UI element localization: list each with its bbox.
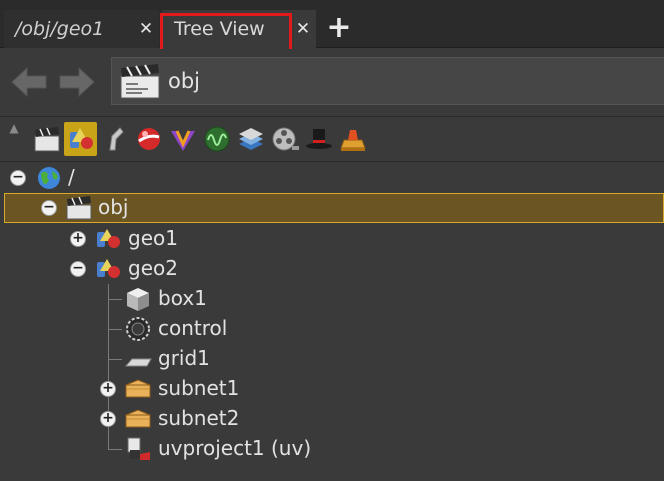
dynamics-icon[interactable]	[98, 122, 131, 156]
globe-icon	[35, 165, 63, 191]
box-icon	[124, 286, 152, 312]
collapse-icon[interactable]: −	[10, 170, 26, 186]
tree-row-subnet2[interactable]: + subnet2	[0, 404, 664, 434]
tab-label: /obj/geo1	[15, 18, 105, 40]
close-icon[interactable]: ✕	[133, 19, 159, 39]
scroll-up-icon[interactable]: ▲	[4, 121, 24, 141]
tree-node-label: control	[158, 316, 228, 340]
geometry-icon	[94, 226, 122, 252]
path-field[interactable]: obj	[111, 57, 664, 105]
close-icon[interactable]: ✕	[290, 19, 316, 39]
vop-icon[interactable]	[166, 122, 199, 156]
tree-node-label: grid1	[158, 346, 210, 370]
grid-plane-icon	[124, 346, 152, 372]
expand-icon[interactable]: +	[100, 381, 116, 397]
expand-icon[interactable]: +	[70, 231, 86, 247]
tree-node-label: subnet2	[158, 406, 240, 430]
tree-node-label: box1	[158, 286, 207, 310]
tree-node-label: obj	[98, 195, 129, 219]
geometry-icon[interactable]	[64, 122, 97, 156]
network-type-toolbar: ▲	[0, 116, 664, 162]
tree-row-grid1[interactable]: grid1	[0, 344, 664, 374]
shader-sphere-icon[interactable]	[132, 122, 165, 156]
gear-icon	[124, 316, 152, 342]
tree-row-root[interactable]: − /	[0, 163, 664, 193]
tree-node-label: /	[68, 165, 75, 189]
tab-bar: /obj/geo1 ✕ Tree View ✕ +	[0, 0, 664, 57]
clapperboard-icon	[118, 62, 162, 100]
collapse-icon[interactable]: −	[70, 261, 86, 277]
tab-obj-geo1[interactable]: /obj/geo1 ✕	[4, 10, 159, 48]
composite-stack-icon[interactable]	[234, 122, 267, 156]
clapperboard-icon[interactable]	[30, 122, 63, 156]
navigation-bar: obj	[0, 49, 664, 115]
tree-row-geo2[interactable]: − geo2	[0, 254, 664, 284]
tree-node-label: geo2	[128, 256, 178, 280]
subnet-box-icon	[124, 376, 152, 402]
subnet-box-icon	[124, 406, 152, 432]
tree-row-box1[interactable]: box1	[0, 284, 664, 314]
tree-node-label: subnet1	[158, 376, 240, 400]
clapperboard-icon	[65, 195, 93, 221]
path-text: obj	[168, 69, 201, 93]
expand-icon[interactable]: +	[100, 411, 116, 427]
tree-node-label: geo1	[128, 226, 178, 250]
tree-view: − / − obj + geo1 − geo2 box1 control gri…	[0, 163, 664, 481]
channel-wave-icon[interactable]	[200, 122, 233, 156]
tree-row-obj[interactable]: − obj	[4, 193, 664, 223]
arrow-right-icon[interactable]	[58, 65, 96, 99]
top-hat-icon[interactable]	[302, 122, 335, 156]
tree-node-label: uvproject1 (uv)	[158, 436, 312, 460]
collapse-icon[interactable]: −	[41, 200, 57, 216]
tree-row-control[interactable]: control	[0, 314, 664, 344]
task-icon[interactable]	[336, 122, 369, 156]
tree-row-geo1[interactable]: + geo1	[0, 224, 664, 254]
uv-project-icon	[124, 436, 152, 462]
tree-row-uvproject1[interactable]: uvproject1 (uv)	[0, 434, 664, 464]
geometry-icon	[94, 256, 122, 282]
film-reel-icon[interactable]	[268, 122, 301, 156]
add-tab-button[interactable]: +	[324, 11, 354, 45]
arrow-left-icon[interactable]	[10, 65, 48, 99]
tree-row-subnet1[interactable]: + subnet1	[0, 374, 664, 404]
